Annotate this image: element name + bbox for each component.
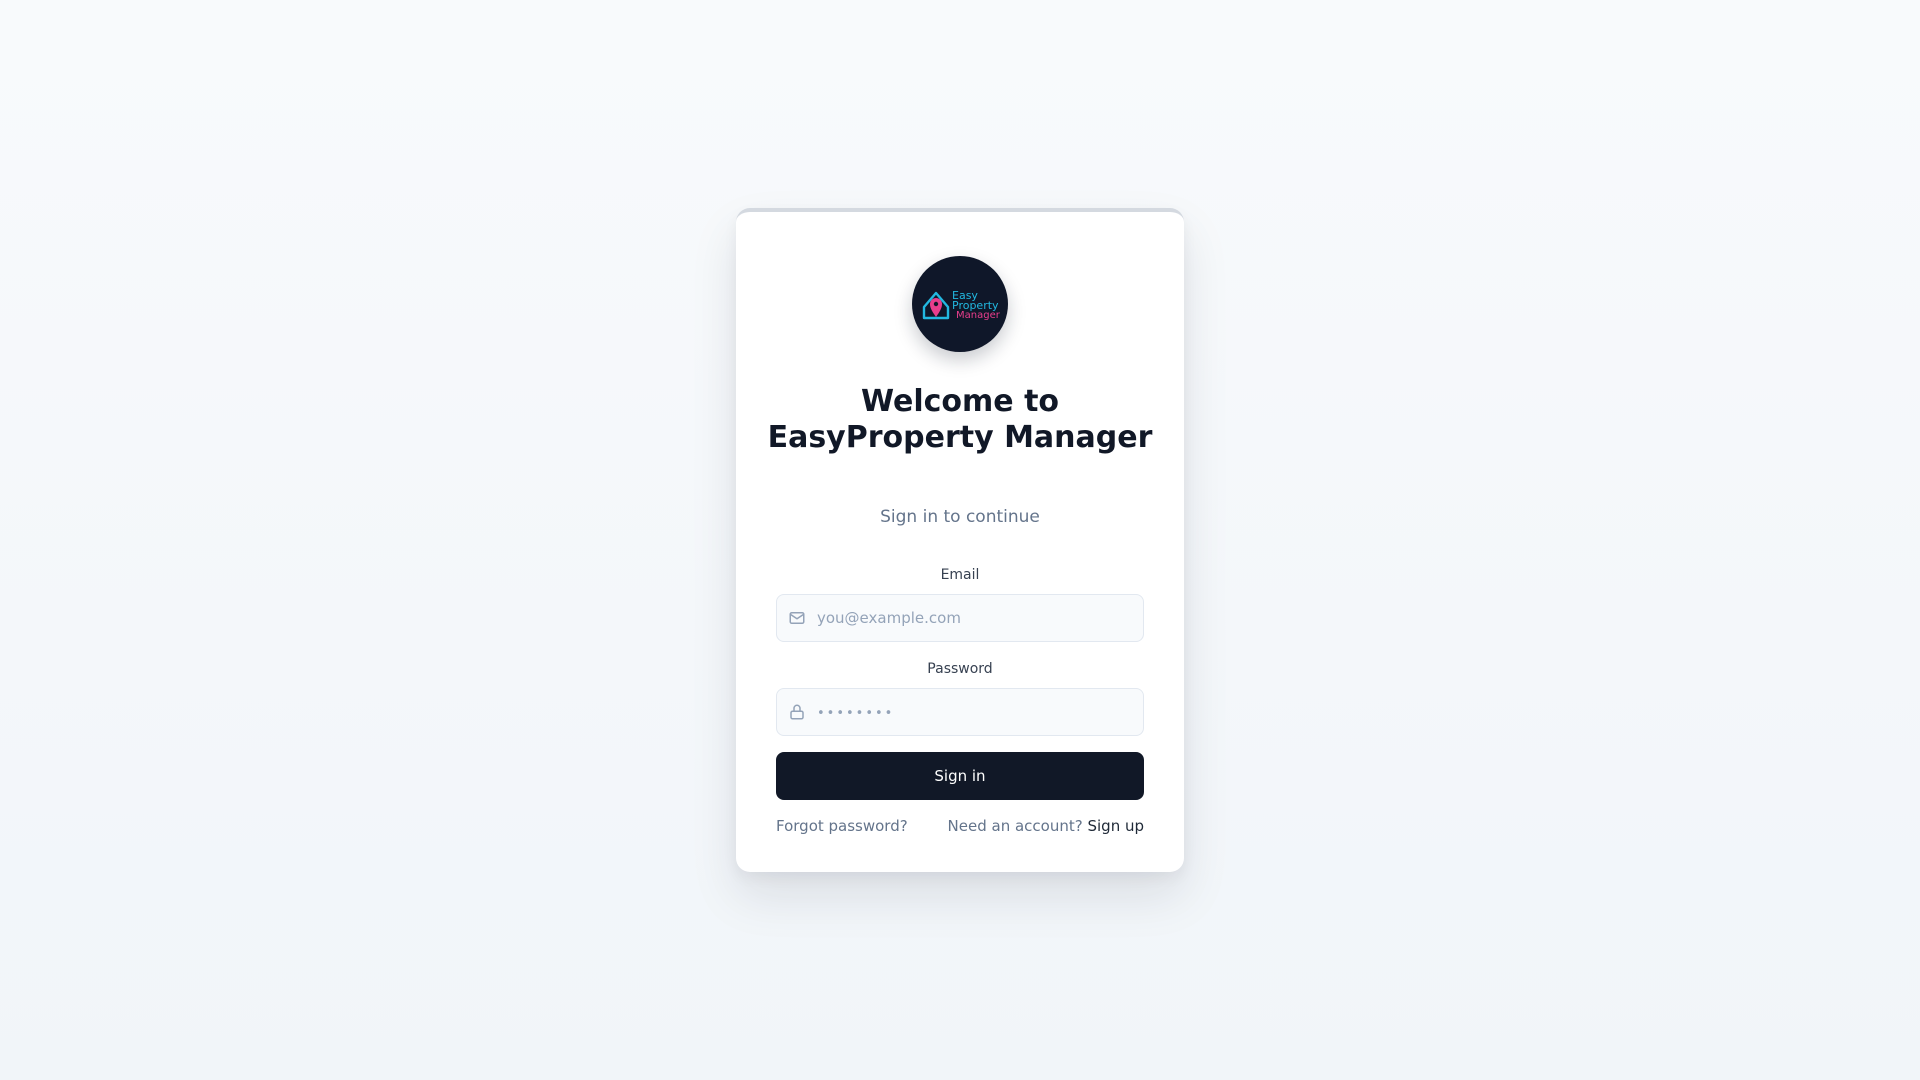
login-card: Easy Property Manager Welcome to EasyPro… xyxy=(736,208,1184,872)
signup-prompt: Need an account? xyxy=(947,817,1083,835)
password-input[interactable] xyxy=(817,689,1135,735)
email-label: Email xyxy=(940,567,980,583)
sign-up-link[interactable]: Sign up xyxy=(1087,817,1144,835)
email-field[interactable] xyxy=(776,594,1144,642)
lock-icon xyxy=(790,704,804,720)
forgot-password-link[interactable]: Forgot password? xyxy=(776,816,908,836)
app-logo: Easy Property Manager xyxy=(912,256,1008,352)
sign-in-button[interactable]: Sign in xyxy=(776,752,1144,800)
logo-text-manager: Manager xyxy=(956,310,1001,321)
password-label: Password xyxy=(927,661,993,677)
password-field[interactable] xyxy=(776,688,1144,736)
logo-mark: Easy Property Manager xyxy=(922,289,1001,321)
email-input[interactable] xyxy=(817,595,1135,641)
page-subtitle: Sign in to continue xyxy=(880,507,1040,527)
signup-row: Need an account? Sign up xyxy=(948,816,1144,836)
page-title: Welcome to EasyProperty Manager xyxy=(767,384,1153,455)
mail-icon xyxy=(789,612,805,624)
